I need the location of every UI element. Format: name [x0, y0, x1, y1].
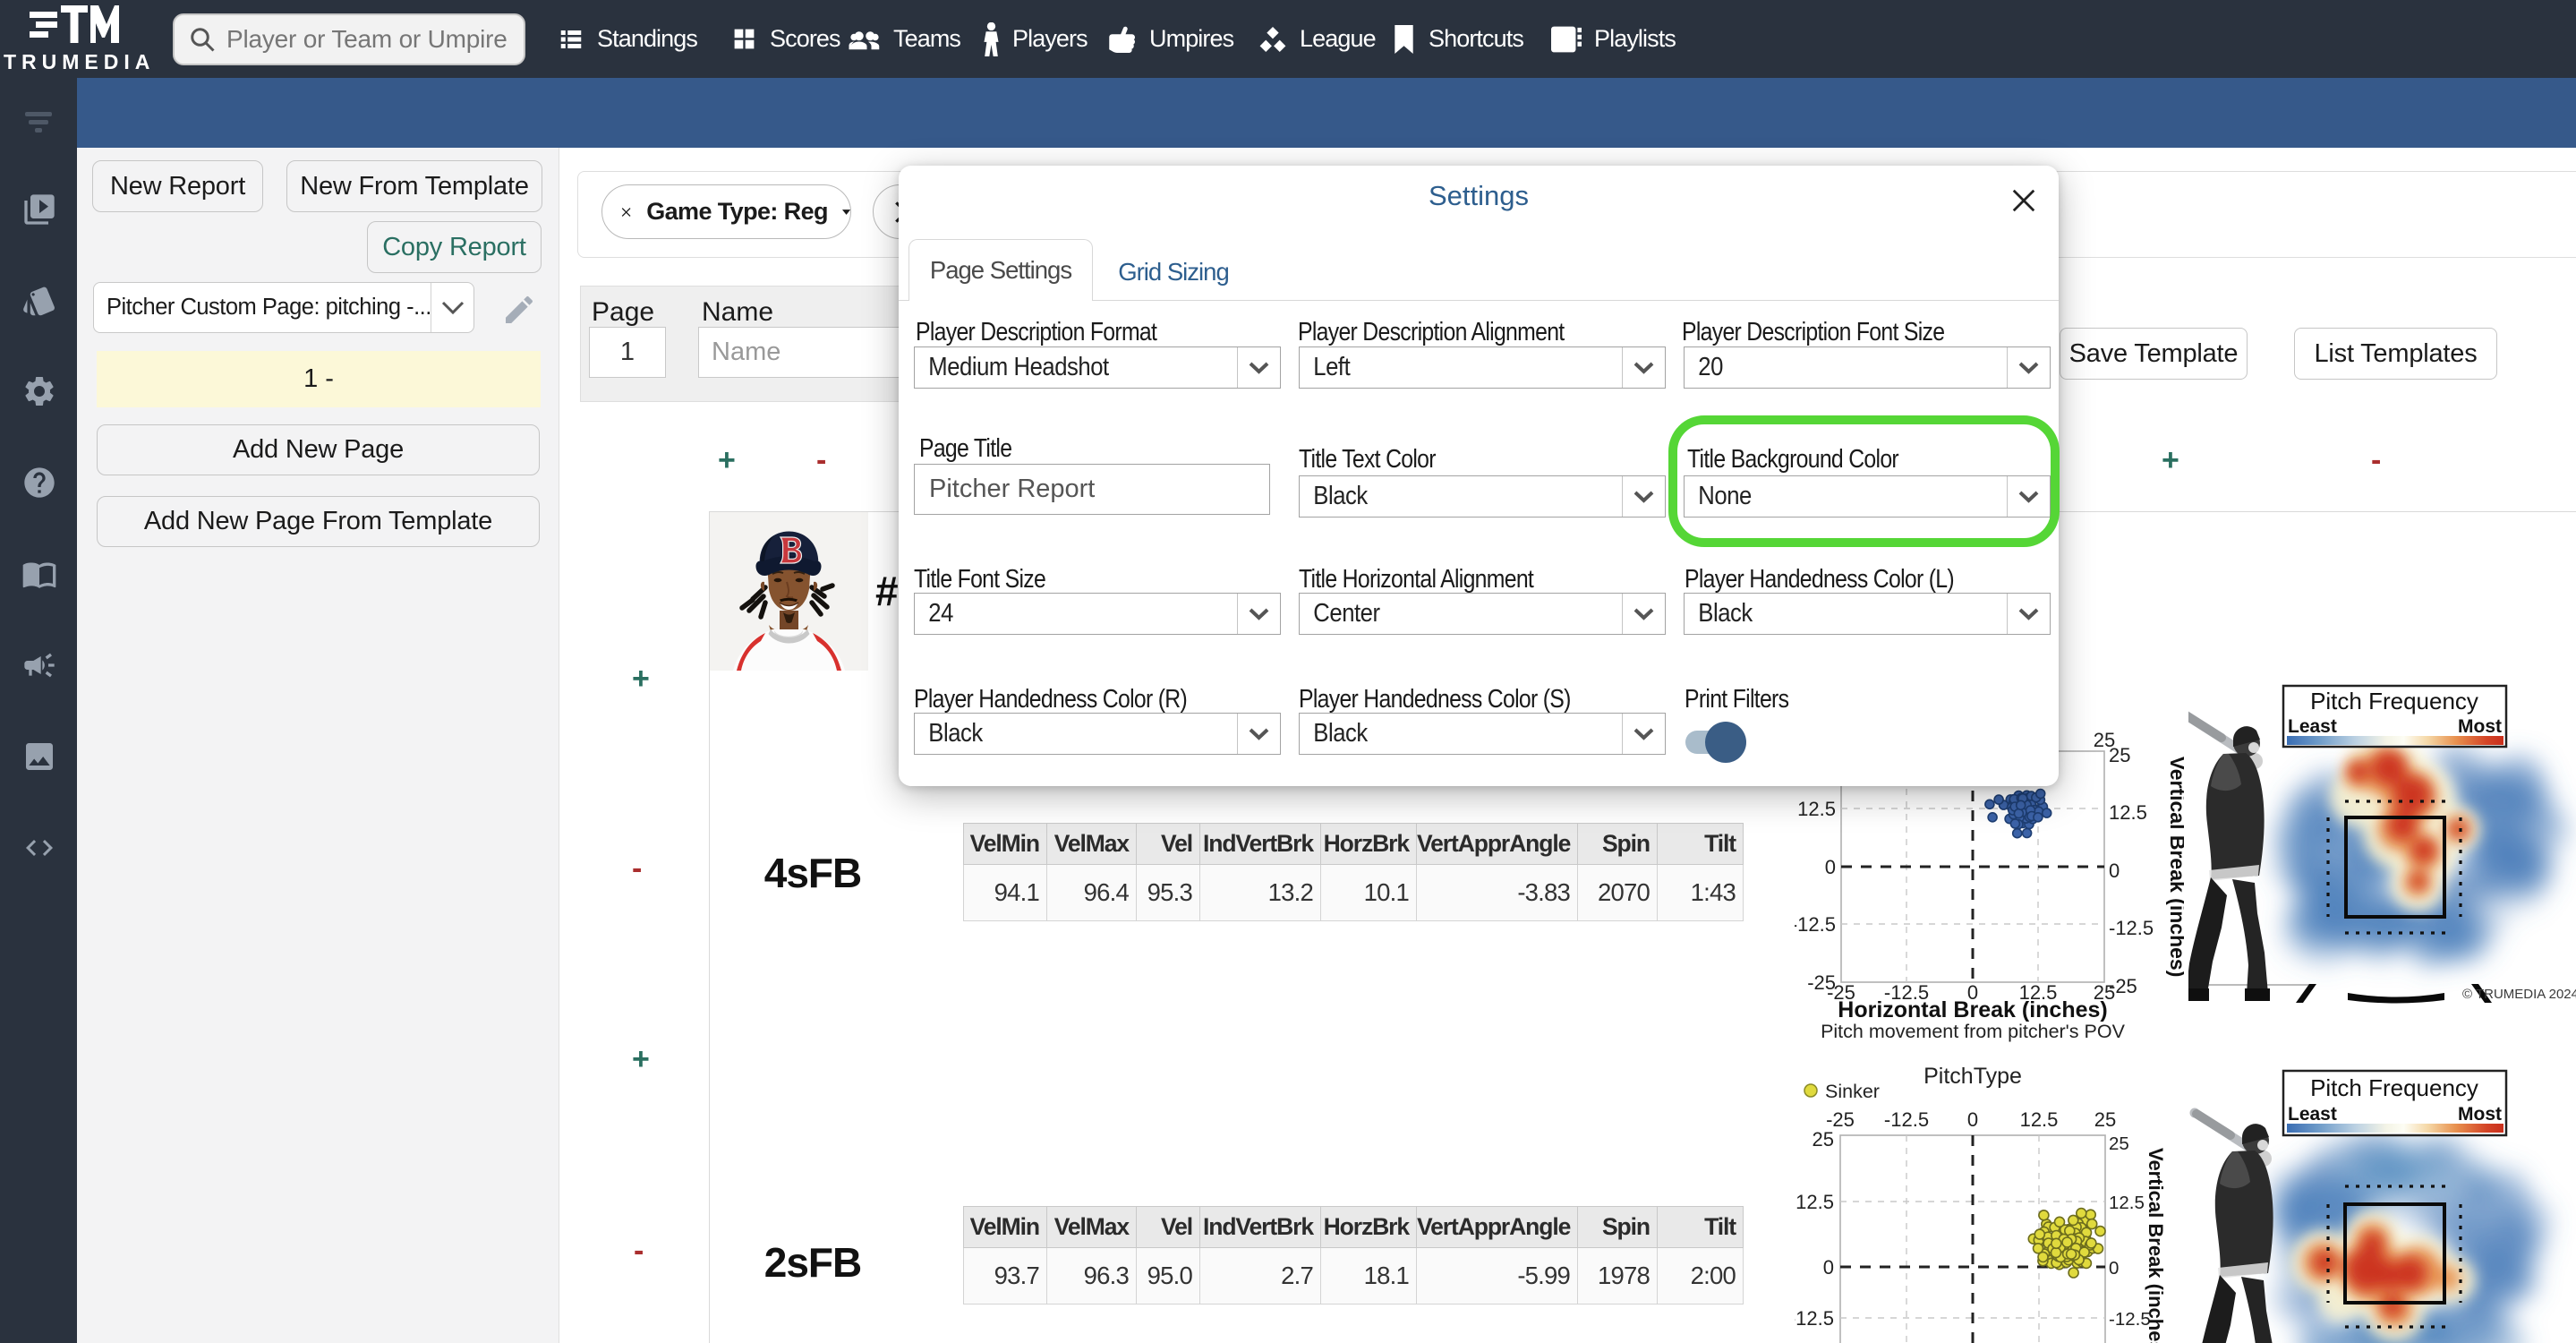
svg-text:12.5: 12.5: [2109, 801, 2147, 824]
svg-text:0: 0: [2109, 1258, 2119, 1279]
svg-text:Horizontal Break (inches): Horizontal Break (inches): [1838, 997, 2107, 1022]
svg-text:© TRUMEDIA 2024: © TRUMEDIA 2024: [2462, 987, 2576, 1002]
svg-text:12.5: 12.5: [1797, 798, 1836, 820]
svg-text:25: 25: [2109, 1133, 2129, 1154]
svg-text:25: 25: [1813, 1128, 1834, 1151]
svg-text:Pitch Frequency: Pitch Frequency: [2310, 688, 2478, 714]
svg-text:Pitch movement from pitcher's: Pitch movement from pitcher's POV: [1821, 1021, 2126, 1042]
svg-text:0: 0: [1967, 1108, 1978, 1131]
svg-text:Least: Least: [2288, 1104, 2337, 1125]
svg-text:Least: Least: [2288, 716, 2337, 737]
svg-text:0: 0: [2109, 860, 2120, 882]
svg-text:-12.5: -12.5: [2109, 917, 2154, 939]
svg-text:25: 25: [2094, 732, 2115, 751]
svg-text:Sinker: Sinker: [1825, 1081, 1880, 1102]
svg-text:-12.5: -12.5: [2109, 1309, 2151, 1330]
svg-text:Vertical Break (inches): Vertical Break (inches): [2145, 1148, 2167, 1343]
svg-text:-12.5: -12.5: [1795, 1307, 1834, 1330]
svg-text:0: 0: [1825, 856, 1836, 878]
svg-text:12.5: 12.5: [2109, 1193, 2145, 1213]
svg-text:Most: Most: [2458, 1104, 2502, 1125]
svg-text:12.5: 12.5: [1796, 1191, 1834, 1213]
svg-text:Most: Most: [2458, 716, 2502, 737]
svg-text:25: 25: [2094, 1108, 2116, 1131]
svg-text:-12.5: -12.5: [1884, 1108, 1929, 1131]
svg-text:Pitch Frequency: Pitch Frequency: [2310, 1074, 2478, 1101]
svg-text:0: 0: [1823, 1256, 1834, 1279]
svg-text:12.5: 12.5: [2020, 1108, 2059, 1131]
svg-text:-12.5: -12.5: [1795, 913, 1836, 936]
svg-text:Vertical Break (inches): Vertical Break (inches): [2166, 757, 2184, 978]
svg-text:PitchType: PitchType: [1923, 1065, 2022, 1089]
